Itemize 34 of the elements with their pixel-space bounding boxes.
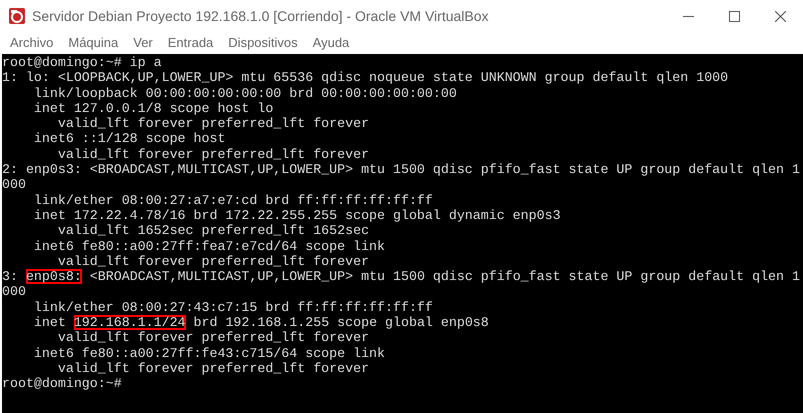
maximize-icon: [728, 10, 740, 22]
terminal-line: root@domingo:~# ip a: [2, 55, 162, 70]
terminal-line: 1: lo: <LOOPBACK,UP,LOWER_UP> mtu 65536 qdisc noqueue state UNKNOWN group default qlen 1000: [2, 70, 728, 86]
terminal-line: inet6 fe80::a00:27ff:fe43:c715/64 scope link: [32, 346, 386, 361]
terminal-text: <BROADCAST,MULTICAST,UP,LOWER_UP> mtu 1500 qdisc pfifo_fast state UP group default qlen 1: [88, 269, 800, 284]
terminal-line: inet 172.22.4.78/16 brd 172.22.255.255 scope global dynamic enp0s3: [32, 208, 561, 223]
terminal-line: valid_lft 1652sec preferred_lft 1652sec: [56, 223, 370, 238]
terminal-line: link/ether 08:00:27:a7:e7:cd brd ff:ff:ff:ff:ff:ff: [32, 192, 433, 208]
menu-item[interactable]: Máquina: [68, 33, 118, 53]
terminal-line: link/ether 08:00:27:43:c7:15 brd ff:ff:ff:ff:ff:ff: [32, 300, 433, 315]
terminal-line: 000: [2, 284, 26, 300]
menu-item[interactable]: Archivo: [10, 33, 54, 53]
close-icon: [774, 10, 786, 22]
terminal-line: valid_lft forever preferred_lft forever: [56, 146, 370, 162]
terminal-line: inet6 ::1/128 scope host: [32, 131, 226, 146]
menu-item[interactable]: Ver: [133, 33, 153, 53]
menu-item[interactable]: Entrada: [168, 33, 214, 53]
terminal-line: valid_lft forever preferred_lft forever: [56, 330, 370, 346]
terminal-line: link/loopback 00:00:00:00:00:00 brd 00:00:00:00:00:00: [32, 86, 457, 101]
terminal-text: 3:: [2, 269, 19, 284]
terminal-line: 2: enp0s3: <BROADCAST,MULTICAST,UP,LOWER_UP> mtu 1500 qdisc pfifo_fast state UP group default qlen 1: [2, 162, 800, 178]
terminal-line: inet6 fe80::a00:27ff:fea7:e7cd/64 scope link: [32, 238, 386, 254]
terminal-line: valid_lft forever preferred_lft forever: [56, 254, 370, 269]
terminal-text: brd 192.168.1.255 scope global enp0s8: [192, 315, 489, 330]
window-title: Servidor Debian Proyecto 192.168.1.0 [Corriendo] - Oracle VM VirtualBox: [32, 6, 489, 26]
app-icon: [8, 7, 26, 25]
menu-item[interactable]: Ayuda: [312, 33, 350, 53]
terminal-line: 000: [2, 177, 26, 192]
terminal-text: inet: [32, 315, 67, 330]
terminal-line: inet 127.0.0.1/8 scope host lo: [32, 100, 274, 116]
terminal-line: root@domingo:~#: [2, 376, 122, 392]
terminal-line: valid_lft forever preferred_lft forever: [56, 116, 370, 132]
terminal-line: valid_lft forever preferred_lft forever: [56, 360, 370, 376]
menu-item[interactable]: Dispositivos: [228, 33, 298, 53]
